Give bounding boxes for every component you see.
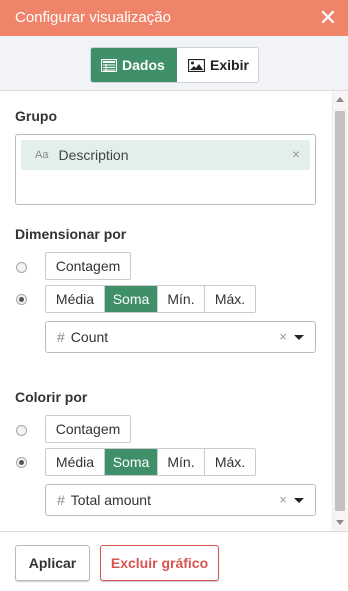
number-type-icon: # [57,492,65,508]
colorir-media-button[interactable]: Média [46,449,105,475]
dimensionar-field-value: Count [70,329,109,345]
panel-title: Configurar visualização [15,9,171,26]
dimensionar-aggregation-group: Média Soma Mín. Máx. [45,285,256,313]
colorir-min-button[interactable]: Mín. [158,449,205,475]
settings-content: Grupo Aa Description × Dimensionar por C… [0,91,333,531]
tab-exibir[interactable]: Exibir [177,48,258,82]
dimensionar-contagem-button[interactable]: Contagem [45,252,131,280]
view-tabs: Dados Exibir [90,47,259,83]
dimensionar-media-button[interactable]: Média [46,286,105,312]
scroll-up-icon[interactable] [336,97,344,102]
text-type-icon: Aa [35,149,49,161]
colorir-label: Colorir por [15,389,88,405]
colorir-max-button[interactable]: Máx. [205,449,255,475]
dimensionar-radio-aggregate[interactable] [16,294,27,305]
dimensionar-label: Dimensionar por [15,226,127,242]
grupo-dropzone[interactable]: Aa Description × [15,134,316,205]
apply-button[interactable]: Aplicar [15,545,90,581]
colorir-aggregation-group: Média Soma Mín. Máx. [45,448,256,476]
colorir-radio-contagem[interactable] [16,425,27,436]
image-icon [188,58,205,72]
dimensionar-min-button[interactable]: Mín. [158,286,205,312]
panel-footer: Aplicar Excluir gráfico [0,531,348,591]
chevron-down-icon[interactable] [294,498,304,503]
scrollbar-thumb[interactable] [335,111,345,511]
grupo-field-label: Description [58,147,129,163]
vertical-scrollbar[interactable] [332,91,348,531]
clear-selection-icon[interactable]: × [279,329,287,344]
close-icon[interactable]: ✕ [316,0,340,36]
tab-dados[interactable]: Dados [91,48,177,82]
clear-selection-icon[interactable]: × [279,492,287,507]
number-type-icon: # [57,329,65,345]
chevron-down-icon[interactable] [294,335,304,340]
panel-header: Configurar visualização ✕ [0,0,348,36]
grupo-label: Grupo [15,108,57,124]
colorir-field-value: Total amount [70,492,151,508]
colorir-soma-button[interactable]: Soma [105,449,158,475]
scroll-down-icon[interactable] [336,520,344,525]
remove-chip-icon[interactable]: × [292,146,300,162]
grupo-field-chip[interactable]: Aa Description × [21,140,310,170]
tab-exibir-label: Exibir [210,57,249,73]
tab-bar: Dados Exibir [0,36,348,91]
dimensionar-soma-button[interactable]: Soma [105,286,158,312]
tab-dados-label: Dados [122,57,165,73]
table-icon [101,58,117,72]
colorir-radio-aggregate[interactable] [16,457,27,468]
colorir-field-select[interactable]: # Total amount × [45,484,316,516]
dimensionar-field-select[interactable]: # Count × [45,321,316,353]
dimensionar-radio-contagem[interactable] [16,262,27,273]
delete-chart-button[interactable]: Excluir gráfico [100,545,219,581]
colorir-contagem-button[interactable]: Contagem [45,415,131,443]
dimensionar-max-button[interactable]: Máx. [205,286,255,312]
